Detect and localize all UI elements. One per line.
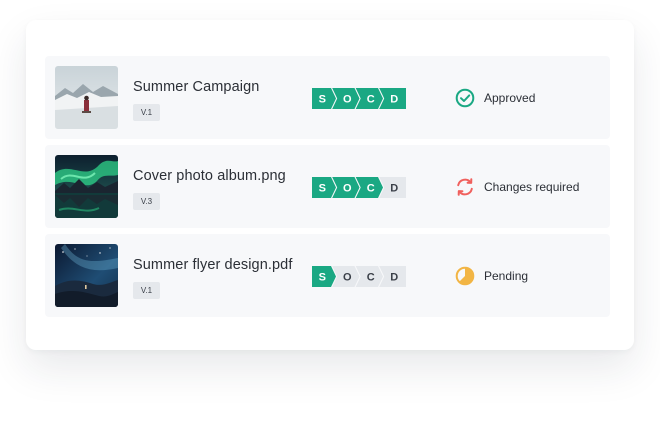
thumbnail-image[interactable]: [55, 155, 118, 218]
steps-graphic: SOCD: [312, 177, 406, 198]
step-o: O: [332, 88, 360, 109]
step-o: O: [332, 177, 360, 198]
pie-clock-icon: [455, 266, 475, 286]
step-s: S: [312, 177, 336, 198]
steps-graphic: SOCD: [312, 88, 406, 109]
check-circle-icon: [455, 88, 475, 108]
step-d: D: [379, 177, 406, 198]
workflow-steps: SOCD: [312, 266, 406, 287]
step-o: O: [332, 266, 360, 287]
status-badge: Pending: [454, 265, 528, 287]
step-letter: O: [343, 93, 352, 105]
workflow-steps: SOCD: [312, 88, 406, 109]
list-item[interactable]: Cover photo album.png V.3 S O C D Changes r…: [45, 145, 610, 228]
step-letter: D: [390, 271, 398, 283]
step-letter: O: [343, 182, 352, 194]
status-badge: Approved: [454, 87, 535, 109]
step-letter: O: [343, 271, 352, 283]
version-badge: V.1: [133, 282, 160, 299]
step-s: S: [312, 266, 336, 287]
list-item[interactable]: Summer Campaign V.1 S O C D Approved: [45, 56, 610, 139]
step-d: D: [379, 88, 406, 109]
step-c: C: [355, 177, 383, 198]
step-letter: D: [390, 93, 398, 105]
status-label: Pending: [484, 269, 529, 283]
status-label: Changes required: [484, 180, 580, 194]
thumbnail-image[interactable]: [55, 244, 118, 307]
review-list-card: Summer Campaign V.1 S O C D Approved Cover …: [26, 20, 634, 350]
step-letter: C: [367, 271, 375, 283]
refresh-arrows-icon: [457, 178, 473, 196]
item-title[interactable]: Summer Campaign: [133, 79, 259, 95]
item-title[interactable]: Summer flyer design.pdf: [133, 257, 292, 273]
status-label: Approved: [484, 91, 536, 105]
step-letter: C: [367, 182, 375, 194]
step-letter: C: [367, 93, 375, 105]
thumbnail-image[interactable]: [55, 66, 118, 129]
step-c: C: [355, 88, 383, 109]
step-letter: S: [319, 93, 326, 105]
step-letter: D: [390, 182, 398, 194]
version-badge: V.3: [133, 193, 160, 210]
status-badge: Changes required: [454, 176, 579, 198]
steps-graphic: SOCD: [312, 266, 406, 287]
step-letter: S: [319, 182, 326, 194]
version-badge: V.1: [133, 104, 160, 121]
step-s: S: [312, 88, 336, 109]
item-title[interactable]: Cover photo album.png: [133, 168, 286, 184]
list-item[interactable]: Summer flyer design.pdf V.1 S O C D Pending: [45, 234, 610, 317]
step-d: D: [379, 266, 406, 287]
workflow-steps: SOCD: [312, 177, 406, 198]
step-c: C: [355, 266, 383, 287]
step-letter: S: [319, 271, 326, 283]
